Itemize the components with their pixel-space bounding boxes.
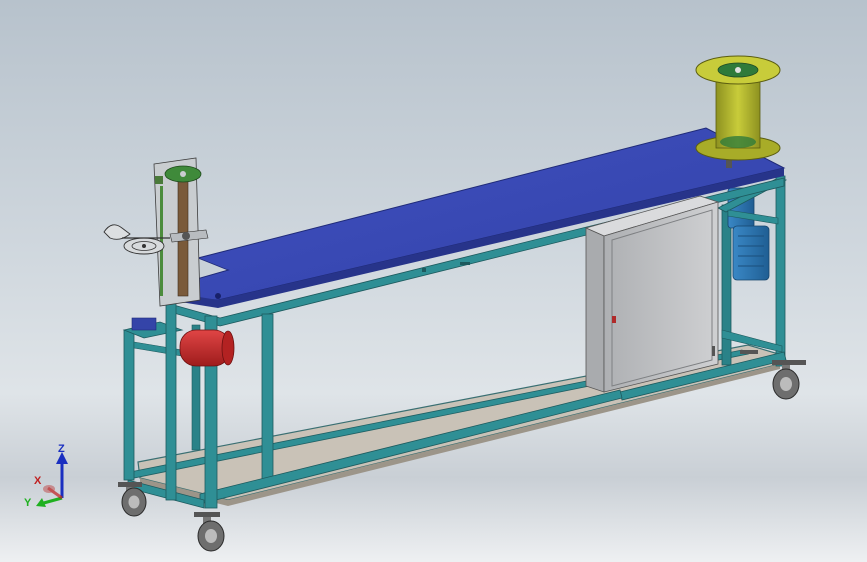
vertical-guide-stand[interactable] bbox=[153, 157, 209, 307]
caster-front-left[interactable] bbox=[194, 512, 225, 552]
y-axis-arrow bbox=[36, 496, 63, 507]
caster-rear-right[interactable] bbox=[740, 350, 758, 354]
coordinate-triad[interactable]: Z X Y bbox=[22, 440, 82, 512]
air-tank[interactable] bbox=[179, 329, 235, 367]
y-axis-label: Y bbox=[24, 497, 32, 509]
cad-viewport[interactable] bbox=[0, 0, 867, 562]
cabinet-lock-icon bbox=[612, 316, 616, 323]
z-axis-label: Z bbox=[58, 443, 65, 455]
z-axis-arrow bbox=[56, 452, 68, 498]
x-axis-arrow bbox=[43, 485, 63, 500]
cable-spool[interactable] bbox=[695, 55, 781, 168]
electrical-cabinet[interactable] bbox=[584, 195, 720, 393]
x-axis-label: X bbox=[34, 475, 42, 487]
